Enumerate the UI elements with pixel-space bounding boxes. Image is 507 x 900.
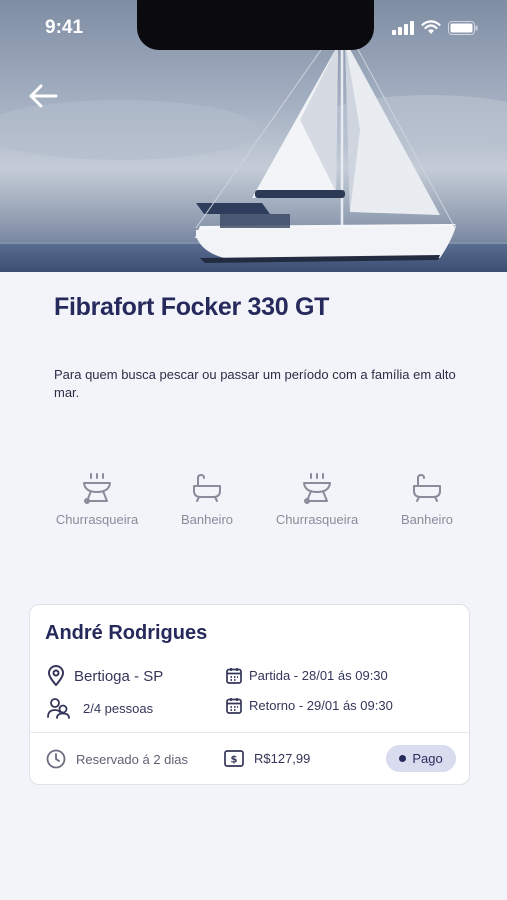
svg-text:$: $ — [231, 755, 238, 766]
booking-card[interactable]: André Rodrigues Bertioga - SP 2/4 pessoa… — [29, 604, 470, 785]
status-icons — [392, 20, 478, 35]
calendar-icon — [226, 668, 242, 684]
amenity-item: Churrasqueira — [42, 470, 152, 527]
amenity-label: Banheiro — [180, 512, 234, 527]
boat-description: Para quem busca pescar ou passar um perí… — [54, 367, 456, 400]
people-row: 2/4 pessoas — [47, 697, 153, 719]
card-divider — [30, 732, 469, 733]
money-icon: $ — [224, 750, 244, 767]
status-time: 9:41 — [45, 17, 84, 38]
signal-icon — [392, 20, 414, 35]
status-text: Pago — [412, 751, 443, 766]
amenity-item: Banheiro — [372, 470, 482, 527]
amenity-item: Banheiro — [152, 470, 262, 527]
departure-text: Partida - 28/01 ás 09:30 — [249, 668, 388, 683]
map-pin-icon — [48, 665, 64, 686]
battery-icon — [448, 20, 478, 35]
return-row: Retorno - 29/01 ás 09:30 — [226, 697, 393, 714]
device-notch — [137, 0, 374, 50]
people-text: 2/4 pessoas — [83, 700, 154, 716]
boat-title: Fibrafort Focker 330 GT — [54, 293, 330, 321]
price-text: R$127,99 — [254, 751, 311, 766]
clock-icon — [46, 749, 66, 769]
amenity-label: Churrasqueira — [275, 512, 359, 527]
bathtub-icon — [413, 474, 441, 502]
amenity-item: Churrasqueira — [262, 470, 372, 527]
price-row: $ R$127,99 — [224, 750, 310, 767]
departure-row: Partida - 28/01 ás 09:30 — [226, 667, 388, 684]
return-text: Retorno - 29/01 ás 09:30 — [249, 698, 393, 713]
back-button[interactable] — [26, 80, 60, 112]
reserved-row: Reservado á 2 dias — [46, 749, 188, 769]
grill-icon — [303, 473, 331, 504]
status-dot — [399, 755, 407, 762]
wifi-icon — [421, 20, 441, 34]
location-text: Bertioga - SP — [74, 667, 164, 685]
amenities-list: Churrasqueira Banheiro Churrasqueira Ban… — [42, 470, 482, 527]
owner-name: André Rodrigues — [45, 622, 208, 644]
amenity-label: Banheiro — [400, 512, 454, 527]
arrow-left-icon — [29, 84, 58, 108]
amenity-label: Churrasqueira — [55, 512, 139, 527]
hero-image: 9:41 — [0, 0, 507, 272]
calendar-icon — [226, 698, 242, 714]
reserved-text: Reservado á 2 dias — [76, 751, 189, 767]
bathtub-icon — [193, 474, 221, 502]
location-row: Bertioga - SP — [47, 665, 163, 687]
grill-icon — [83, 473, 111, 504]
status-badge: Pago — [386, 745, 456, 772]
users-icon — [47, 698, 70, 719]
